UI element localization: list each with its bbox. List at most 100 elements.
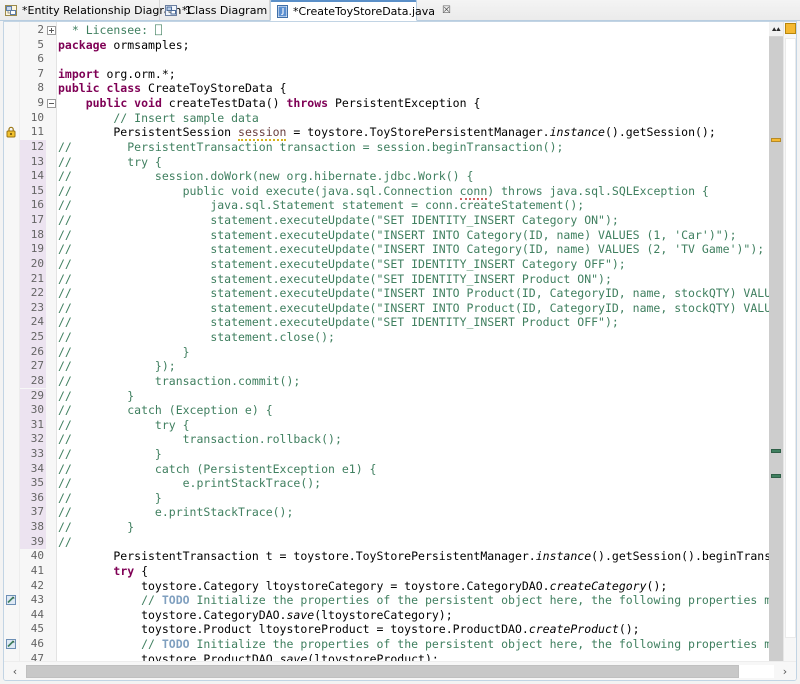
code-line[interactable]: // try {: [58, 155, 162, 170]
line-number: 24: [20, 315, 46, 330]
code-line[interactable]: // statement.executeUpdate("INSERT INTO …: [58, 242, 764, 257]
source-code-text-area[interactable]: * Licensee: ⎕ package ormsamples; import o…: [58, 22, 784, 661]
code-line[interactable]: // statement.executeUpdate("SET IDENTITY…: [58, 315, 619, 330]
code-token: PersistentSession: [58, 125, 239, 140]
tab-label: *Class Diagram: [182, 3, 268, 17]
code-line[interactable]: // transaction.rollback();: [58, 432, 342, 447]
line-number: 35: [20, 476, 46, 491]
horizontal-scrollbar[interactable]: ‹ ›: [4, 661, 796, 680]
code-token: toystore.CategoryDAO.: [58, 607, 287, 622]
line-number: 26: [20, 344, 46, 360]
line-number-ruler: 2 5 6 7 8 9 10 11 12 13 14 15 16 17 18 19 20 21 22 23 24 25 26…: [20, 22, 46, 679]
collapse-all-icon[interactable]: [769, 22, 783, 37]
code-token: ) throws java.sql.SQLException {: [487, 183, 709, 198]
todo-task-marker-icon[interactable]: [5, 594, 19, 607]
code-line[interactable]: // statement.executeUpdate("SET IDENTITY…: [58, 272, 612, 287]
code-line[interactable]: // TODO Initialize the properties of the…: [58, 593, 784, 608]
vertical-scrollbar[interactable]: [783, 22, 796, 661]
code-line[interactable]: // transaction.commit();: [58, 374, 300, 389]
eclipse-editor-window: *Entity Relationship Diagram 1 *Class Di…: [0, 0, 800, 684]
code-line[interactable]: // statement.executeUpdate("INSERT INTO …: [58, 286, 784, 301]
code-line[interactable]: // statement.close();: [58, 330, 335, 345]
code-line[interactable]: package ormsamples;: [58, 38, 190, 53]
code-line[interactable]: toystore.Category ltoystoreCategory = to…: [58, 579, 667, 594]
code-line[interactable]: public class CreateToyStoreData {: [58, 81, 287, 96]
code-line[interactable]: // statement.executeUpdate("INSERT INTO …: [58, 228, 737, 243]
code-token: PersistentException {: [328, 96, 481, 111]
overview-ruler-todo-mark[interactable]: [771, 474, 781, 479]
line-number: 44: [30, 607, 44, 621]
code-line[interactable]: // java.sql.Statement statement = conn.c…: [58, 198, 584, 213]
code-token: // statement.executeUpdate("INSERT INTO …: [58, 300, 784, 315]
code-token: public void: [85, 96, 162, 111]
todo-task-marker-icon[interactable]: [5, 638, 19, 651]
code-line[interactable]: // }: [58, 447, 162, 462]
code-line[interactable]: // catch (Exception e) {: [58, 403, 273, 418]
code-token: ⎕: [154, 23, 162, 37]
code-line[interactable]: // try {: [58, 418, 190, 433]
status-square-indicator: [785, 23, 796, 34]
code-line[interactable]: // statement.executeUpdate("INSERT INTO …: [58, 301, 784, 316]
code-line[interactable]: PersistentTransaction t = toystore.ToySt…: [58, 549, 784, 564]
line-number: 31: [20, 417, 46, 433]
code-line[interactable]: toystore.Product ltoystoreProduct = toys…: [58, 622, 640, 637]
code-folding-ruler[interactable]: [46, 22, 57, 661]
code-line[interactable]: public void createTestData() throws Pers…: [58, 96, 481, 111]
fold-collapse-icon[interactable]: [47, 99, 56, 109]
scroll-right-arrow-icon[interactable]: ›: [774, 663, 796, 680]
code-line[interactable]: // session.doWork(new org.hibernate.jdbc…: [58, 169, 473, 184]
overview-ruler[interactable]: [769, 22, 783, 661]
code-line[interactable]: try {: [58, 564, 148, 579]
close-icon[interactable]: ☒: [442, 6, 451, 16]
code-line[interactable]: * Licensee: ⎕: [58, 23, 162, 38]
line-number: 10: [30, 110, 44, 124]
tab-createtoystoredata-java[interactable]: *CreateToyStoreData.java ☒: [270, 0, 451, 21]
code-token: toystore.Category ltoystoreCategory = to…: [58, 578, 550, 593]
code-line[interactable]: // e.printStackTrace();: [58, 505, 293, 520]
code-line[interactable]: import org.orm.*;: [58, 67, 176, 82]
line-number: 7: [37, 66, 44, 80]
horizontal-scrollbar-thumb[interactable]: [26, 664, 739, 678]
code-token: * Licensee:: [71, 23, 155, 37]
code-token: ().getSession().beginTransaction();: [591, 549, 784, 564]
code-line[interactable]: // }: [58, 491, 162, 506]
code-line[interactable]: // Insert sample data: [58, 111, 258, 126]
code-line[interactable]: // PersistentTransaction transaction = s…: [58, 140, 563, 155]
scroll-left-arrow-icon[interactable]: ‹: [4, 663, 26, 680]
line-number: 20: [20, 256, 46, 272]
tab-class-diagram[interactable]: *Class Diagram: [160, 0, 270, 20]
line-number: 36: [20, 490, 46, 506]
overview-ruler-todo-mark[interactable]: [771, 449, 781, 454]
code-line[interactable]: // }: [58, 520, 134, 535]
code-line[interactable]: // statement.executeUpdate("SET IDENTITY…: [58, 213, 619, 228]
overview-ruler-warning-mark[interactable]: [771, 137, 781, 142]
code-line[interactable]: PersistentSession session = toystore.Toy…: [58, 125, 716, 142]
code-line[interactable]: toystore.CategoryDAO.save(ltoystoreCateg…: [58, 608, 453, 623]
line-number: 6: [37, 52, 44, 66]
code-line[interactable]: // }: [58, 345, 190, 360]
java-source-editor: 2 5 6 7 8 9 10 11 12 13 14 15 16 17 18 19 20 21 22 23 24 25 26…: [3, 21, 797, 681]
warning-marker-icon[interactable]: [5, 126, 19, 139]
code-token: CreateToyStoreData {: [141, 81, 287, 96]
code-line[interactable]: // public void execute(java.sql.Connecti…: [58, 183, 709, 200]
code-line[interactable]: // catch (PersistentException e1) {: [58, 462, 377, 477]
code-line[interactable]: //: [58, 535, 72, 550]
horizontal-scrollbar-track[interactable]: [26, 664, 774, 678]
code-token: //: [58, 534, 72, 549]
code-line[interactable]: // TODO Initialize the properties of the…: [58, 637, 784, 652]
code-line[interactable]: // }: [58, 389, 134, 404]
annotation-marker-column[interactable]: [4, 22, 20, 661]
line-number: 34: [20, 461, 46, 477]
code-token: // e.printStackTrace();: [58, 505, 294, 520]
java-file-icon: [276, 4, 289, 18]
fold-expand-icon[interactable]: [47, 26, 56, 35]
line-number: 18: [20, 227, 46, 243]
tab-entity-relationship-diagram[interactable]: *Entity Relationship Diagram 1: [0, 0, 192, 20]
vertical-scrollbar-thumb[interactable]: [785, 38, 796, 638]
code-line[interactable]: // });: [58, 359, 176, 374]
code-line[interactable]: // e.printStackTrace();: [58, 476, 321, 491]
code-line[interactable]: toystore.ProductDAO.save(ltoystoreProduc…: [58, 652, 439, 661]
code-token: // statement.executeUpdate("SET IDENTITY…: [58, 315, 619, 330]
code-line[interactable]: // statement.executeUpdate("SET IDENTITY…: [58, 257, 626, 272]
